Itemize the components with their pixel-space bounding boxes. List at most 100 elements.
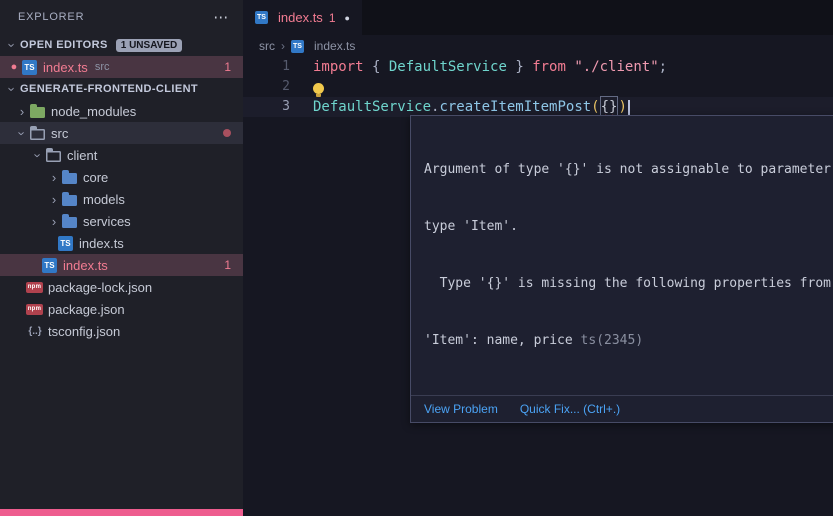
editor-area: TS index.ts 1 ● src › TS index.ts 1 impor… [243, 0, 833, 516]
error-message-line: 'Item': name, price ts(2345) [424, 331, 833, 350]
tree-item-label: index.ts [63, 258, 108, 273]
folder-icon [62, 217, 77, 228]
tree-item-label: core [83, 170, 108, 185]
open-editor-path: src [95, 61, 110, 73]
vscode-window: { "icons": { "more": "⋯", "chevron": "›"… [0, 0, 833, 516]
error-message-line: Type '{}' is missing the following prope… [424, 274, 833, 293]
tree-item-node-modules[interactable]: › node_modules [0, 100, 243, 122]
chevron-right-icon[interactable]: › [46, 193, 62, 206]
code-line-3[interactable]: 3DefaultService.createItemItemPost({}) [243, 97, 833, 117]
tree-item-label: package.json [48, 302, 125, 317]
tab-label: index.ts [278, 10, 323, 25]
folder-open-icon [46, 151, 61, 162]
modified-dot-icon[interactable]: ● [6, 61, 22, 73]
code-line-1[interactable]: 1 import { DefaultService } from "./clien… [243, 57, 833, 77]
tree-item-models[interactable]: › models [0, 188, 243, 210]
workspace-header[interactable]: › GENERATE-FRONTEND-CLIENT [0, 78, 243, 100]
token-identifier: DefaultService [313, 97, 431, 117]
token-keyword: import [313, 57, 364, 77]
line-number: 2 [243, 77, 290, 97]
chevron-down-icon[interactable]: › [6, 37, 19, 53]
tree-item-label: models [83, 192, 125, 207]
folder-icon [62, 195, 77, 206]
hover-actions-bar: View Problem Quick Fix... (Ctrl+.) [411, 395, 833, 422]
unsaved-badge: 1 UNSAVED [116, 39, 183, 52]
token-punctuation: . [431, 97, 439, 117]
tree-item-src[interactable]: › src [0, 122, 243, 144]
ts-file-icon: TS [58, 236, 73, 251]
error-message-line: type 'Item'. [424, 217, 833, 236]
more-actions-icon[interactable]: ⋯ [213, 8, 229, 26]
explorer-title: EXPLORER [18, 11, 84, 23]
chevron-down-icon[interactable]: › [6, 81, 19, 97]
json-config-icon: {..} [26, 326, 44, 337]
tree-item-label: index.ts [79, 236, 124, 251]
open-editors-header[interactable]: › OPEN EDITORS 1 UNSAVED [0, 34, 243, 56]
bottom-accent-strip [0, 509, 243, 516]
explorer-sidebar: EXPLORER ⋯ › OPEN EDITORS 1 UNSAVED ● TS… [0, 0, 243, 516]
open-editor-item[interactable]: ● TS index.ts src 1 [0, 56, 243, 78]
tree-item-client-index-ts[interactable]: TS index.ts [0, 232, 243, 254]
open-editors-label: OPEN EDITORS [20, 39, 108, 51]
open-editor-filename: index.ts [43, 60, 88, 75]
error-dot-icon [223, 129, 231, 137]
sidebar-header: EXPLORER ⋯ [0, 0, 243, 34]
token-punctuation: ; [659, 57, 667, 77]
token-paren: ) [618, 97, 626, 117]
tree-item-label: services [83, 214, 131, 229]
error-hover-tooltip: Argument of type '{}' is not assignable … [410, 115, 833, 423]
error-count-badge: 1 [224, 258, 231, 272]
breadcrumb: src › TS index.ts [243, 35, 833, 57]
tree-item-label: client [67, 148, 97, 163]
quick-fix-link[interactable]: Quick Fix... (Ctrl+.) [520, 402, 620, 416]
token-punctuation: { [364, 57, 389, 77]
tree-item-client[interactable]: › client [0, 144, 243, 166]
workspace-label: GENERATE-FRONTEND-CLIENT [20, 83, 198, 95]
tab-error-count: 1 [329, 11, 336, 25]
code-line-2[interactable]: 2 [243, 77, 833, 97]
folder-icon [30, 107, 45, 118]
unsaved-dot-icon[interactable]: ● [345, 13, 350, 23]
tree-item-label: node_modules [51, 104, 136, 119]
chevron-down-icon[interactable]: › [16, 125, 29, 141]
code-editor[interactable]: 1 import { DefaultService } from "./clien… [243, 57, 833, 117]
tab-bar: TS index.ts 1 ● [243, 0, 833, 35]
ts-file-icon: TS [42, 258, 57, 273]
error-message: Argument of type '{}' is not assignable … [411, 116, 833, 395]
folder-icon [62, 173, 77, 184]
tree-item-label: tsconfig.json [48, 324, 120, 339]
tree-item-package-json[interactable]: npm package.json [0, 298, 243, 320]
chevron-right-icon[interactable]: › [46, 215, 62, 228]
token-punctuation: } [507, 57, 532, 77]
view-problem-link[interactable]: View Problem [424, 402, 498, 416]
token-keyword: from [532, 57, 566, 77]
error-code: ts(2345) [581, 333, 644, 348]
tree-item-label: package-lock.json [48, 280, 152, 295]
chevron-right-icon[interactable]: › [14, 105, 30, 118]
tree-item-core[interactable]: › core [0, 166, 243, 188]
lightbulb-icon[interactable] [313, 83, 324, 94]
tab-index-ts[interactable]: TS index.ts 1 ● [243, 0, 362, 35]
token-identifier: DefaultService [389, 57, 507, 77]
line-number: 3 [243, 97, 290, 117]
error-message-text: 'Item': name, price [424, 333, 581, 348]
token-method: createItemItemPost [439, 97, 591, 117]
tree-item-services[interactable]: › services [0, 210, 243, 232]
token-paren: ( [591, 97, 599, 117]
npm-icon: npm [26, 282, 43, 293]
chevron-right-icon[interactable]: › [46, 171, 62, 184]
text-cursor [628, 100, 630, 115]
tree-item-src-index-ts[interactable]: TS index.ts 1 [0, 254, 243, 276]
error-count-badge: 1 [224, 60, 231, 74]
chevron-down-icon[interactable]: › [32, 147, 45, 163]
tree-item-package-lock-json[interactable]: npm package-lock.json [0, 276, 243, 298]
ts-file-icon: TS [291, 40, 304, 53]
folder-open-icon [30, 129, 45, 140]
breadcrumb-file[interactable]: index.ts [314, 39, 355, 53]
npm-icon: npm [26, 304, 43, 315]
breadcrumb-separator-icon: › [281, 39, 285, 53]
line-number: 1 [243, 57, 290, 77]
breadcrumb-folder[interactable]: src [259, 39, 275, 53]
tree-item-tsconfig-json[interactable]: {..} tsconfig.json [0, 320, 243, 342]
token-string: "./client" [566, 57, 659, 77]
